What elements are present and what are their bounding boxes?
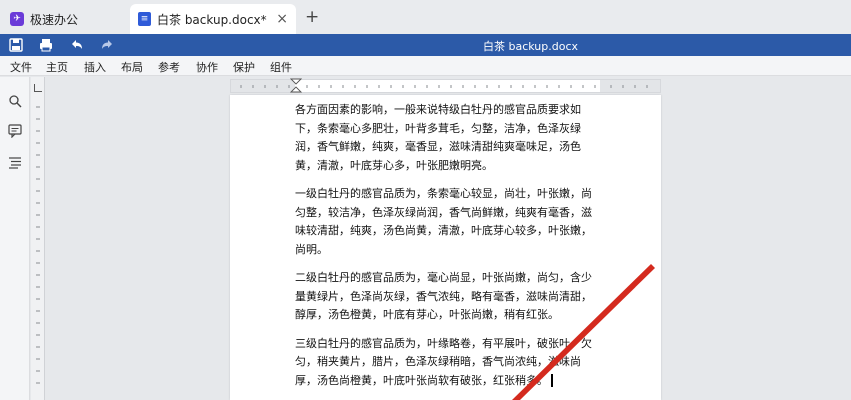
menu-layout[interactable]: 布局 bbox=[121, 59, 143, 75]
close-icon[interactable]: × bbox=[276, 11, 288, 27]
quick-access-toolbar: 白茶 backup.docx bbox=[0, 34, 851, 56]
app-logo-icon: ✈ bbox=[10, 12, 24, 26]
tab-document-label: 白茶 backup.docx* bbox=[157, 12, 267, 27]
document-body[interactable]: 各方面因素的影响，一般来说特级白牡丹的感官品质要求如下，条索毫心多肥壮，叶背多茸… bbox=[295, 101, 601, 400]
tab-home-label: 极速办公 bbox=[30, 12, 79, 27]
tab-home[interactable]: ✈ 极速办公 bbox=[0, 4, 128, 34]
menu-collaborate[interactable]: 协作 bbox=[196, 59, 218, 75]
vertical-ruler-ticks bbox=[36, 106, 40, 384]
menu-protect[interactable]: 保护 bbox=[233, 59, 255, 75]
menu-file[interactable]: 文件 bbox=[10, 59, 32, 75]
comment-icon[interactable] bbox=[8, 124, 22, 138]
paragraph-2[interactable]: 一级白牡丹的感官品质为，条索毫心较显，尚壮，叶张嫩，尚匀整，较洁净，色泽灰绿尚润… bbox=[295, 185, 601, 259]
paragraph-3[interactable]: 二级白牡丹的感官品质为，毫心尚显，叶张尚嫩，尚匀，含少量黄绿片，色泽尚灰绿，香气… bbox=[295, 269, 601, 325]
new-tab-button[interactable]: + bbox=[305, 9, 319, 26]
paragraph-4-text: 三级白牡丹的感官品质为，叶缘略卷，有平展叶，破张叶，欠匀，稍夹黄片，腊片，色泽灰… bbox=[295, 336, 592, 387]
text-cursor bbox=[551, 374, 553, 387]
left-sidebar bbox=[0, 77, 30, 400]
vertical-ruler[interactable] bbox=[31, 77, 45, 400]
paragraph-1[interactable]: 各方面因素的影响，一般来说特级白牡丹的感官品质要求如下，条索毫心多肥壮，叶背多茸… bbox=[295, 101, 601, 175]
document-title: 白茶 backup.docx bbox=[482, 40, 579, 53]
tab-document[interactable]: ≡ 白茶 backup.docx* × bbox=[130, 4, 296, 34]
document-icon: ≡ bbox=[138, 12, 151, 26]
menu-plugins[interactable]: 组件 bbox=[270, 59, 292, 75]
menu-insert[interactable]: 插入 bbox=[84, 59, 106, 75]
outline-icon[interactable] bbox=[8, 155, 22, 169]
horizontal-ruler[interactable] bbox=[230, 78, 661, 94]
menu-references[interactable]: 参考 bbox=[158, 59, 180, 75]
tab-bar: ✈ 极速办公 ≡ 白茶 backup.docx* × + bbox=[0, 0, 851, 34]
menu-home[interactable]: 主页 bbox=[46, 59, 68, 75]
document-page[interactable]: 各方面因素的影响，一般来说特级白牡丹的感官品质要求如下，条索毫心多肥壮，叶背多茸… bbox=[230, 95, 661, 400]
paragraph-4[interactable]: 三级白牡丹的感官品质为，叶缘略卷，有平展叶，破张叶，欠匀，稍夹黄片，腊片，色泽灰… bbox=[295, 335, 601, 391]
ruler-corner-icon bbox=[34, 84, 42, 92]
indent-marker-icon[interactable] bbox=[290, 78, 302, 94]
search-icon[interactable] bbox=[8, 94, 22, 108]
menu-bar: 文件 主页 插入 布局 参考 协作 保护 组件 bbox=[0, 56, 851, 76]
